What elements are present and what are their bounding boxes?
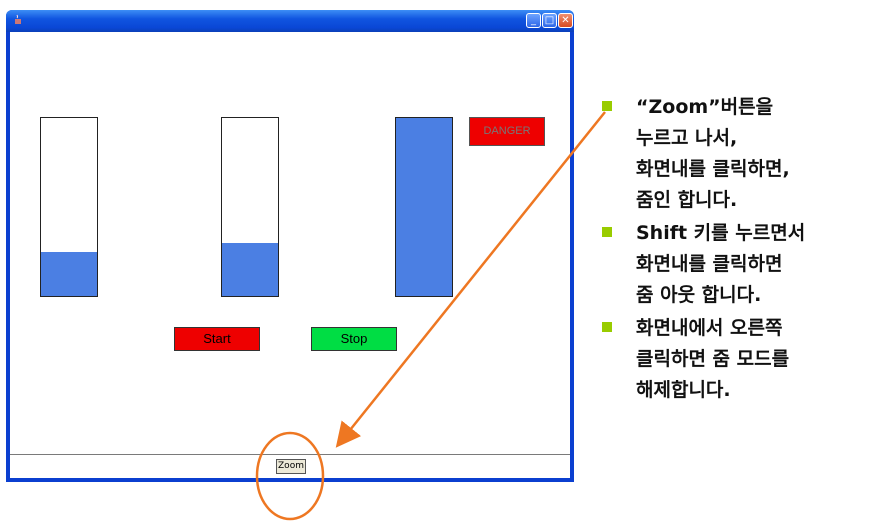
note-item: 화면내에서 오른쪽 클릭하면 줌 모드를 해제합니다. xyxy=(598,313,866,406)
note-line: 누르고 나서, xyxy=(636,127,738,149)
bullet-square-icon xyxy=(602,101,612,111)
note-item: Shift 키를 누르면서 화면내를 클릭하면 줌 아웃 합니다. xyxy=(598,218,866,311)
note-line: 화면내를 클릭하면, xyxy=(636,158,790,180)
annotation-arrow xyxy=(335,111,606,448)
note-item: “Zoom”버튼을 누르고 나서, 화면내를 클릭하면, 줌인 합니다. xyxy=(598,92,866,216)
note-line: 줌인 합니다. xyxy=(636,189,738,211)
instruction-notes: “Zoom”버튼을 누르고 나서, 화면내를 클릭하면, 줌인 합니다. Shi… xyxy=(598,92,866,408)
bullet-square-icon xyxy=(602,322,612,332)
note-line: Shift 키를 누르면서 xyxy=(636,222,806,244)
note-line: 줌 아웃 합니다. xyxy=(636,284,762,306)
note-line: 화면내를 클릭하면 xyxy=(636,253,783,275)
note-line: “Zoom”버튼을 xyxy=(636,96,774,118)
zoom-highlight-circle xyxy=(255,431,325,521)
note-line: 해제합니다. xyxy=(636,379,731,401)
note-line: 클릭하면 줌 모드를 xyxy=(636,348,790,370)
note-line: 화면내에서 오른쪽 xyxy=(636,317,783,339)
bullet-square-icon xyxy=(602,227,612,237)
